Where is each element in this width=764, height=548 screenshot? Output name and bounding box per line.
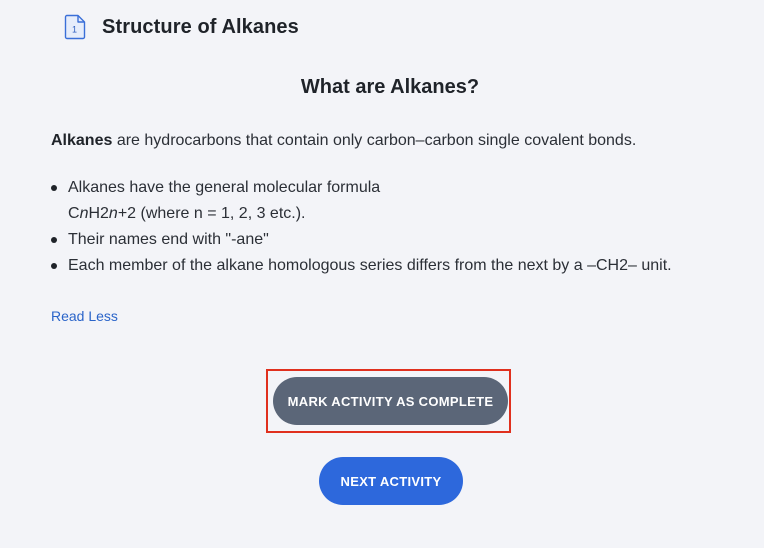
read-less-link[interactable]: Read Less <box>51 308 118 324</box>
mark-complete-button[interactable]: MARK ACTIVITY AS COMPLETE <box>273 377 508 425</box>
fact-list: Alkanes have the general molecular formu… <box>51 175 701 279</box>
section-heading: What are Alkanes? <box>300 76 480 98</box>
list-item: Alkanes have the general molecular formu… <box>51 175 701 227</box>
intro-paragraph: Alkanes are hydrocarbons that contain on… <box>51 130 636 152</box>
intro-text: are hydrocarbons that contain only carbo… <box>112 132 637 149</box>
activity-page: 1 Structure of Alkanes What are Alkanes?… <box>0 0 764 548</box>
formula-intro: Alkanes have the general molecular formu… <box>68 179 381 196</box>
intro-term: Alkanes <box>51 132 113 149</box>
document-icon-number: 1 <box>72 25 77 35</box>
list-item: Each member of the alkane homologous ser… <box>51 253 701 279</box>
formula: CnH2n+2 (where n = 1, 2, 3 etc.). <box>68 205 306 222</box>
activity-title: Structure of Alkanes <box>102 15 299 38</box>
next-activity-button[interactable]: NEXT ACTIVITY <box>319 457 463 505</box>
document-icon: 1 <box>64 14 86 40</box>
list-item: Their names end with "-ane" <box>51 227 701 253</box>
activity-header: 1 Structure of Alkanes <box>64 12 299 42</box>
